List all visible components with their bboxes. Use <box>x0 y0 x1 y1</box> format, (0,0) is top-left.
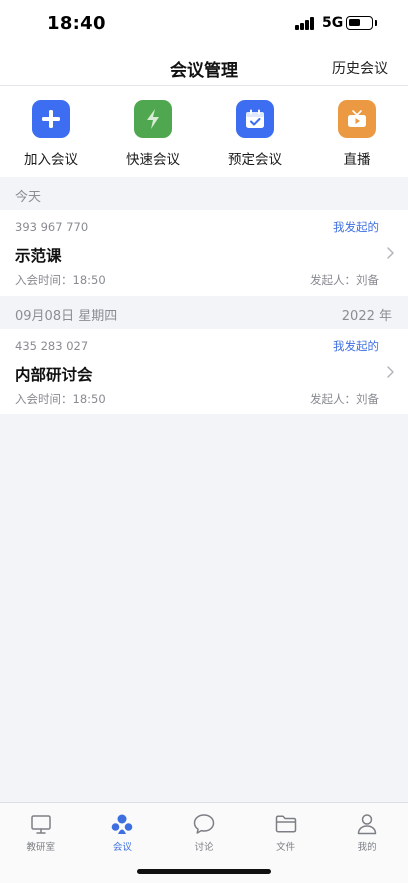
signal-icon <box>295 17 315 30</box>
meeting-join-time: 入会时间：18:50 <box>15 273 106 287</box>
chat-bubble-icon <box>193 814 215 834</box>
section-date: 今天 <box>15 190 42 205</box>
meeting-tag: 我发起的 <box>333 339 379 353</box>
live-stream-button[interactable]: 直播 <box>306 87 408 177</box>
tab-label: 我的 <box>357 842 377 853</box>
tab-me[interactable]: 我的 <box>326 803 408 863</box>
empty-content-area <box>0 414 408 802</box>
status-time: 18:40 <box>47 13 106 34</box>
network-type: 5G <box>322 15 344 31</box>
plus-icon <box>32 100 70 138</box>
schedule-meeting-label: 预定会议 <box>228 152 282 168</box>
quick-actions: 加入会议 快速会议 预定会议 直播 <box>0 87 408 177</box>
tab-meetings[interactable]: 会议 <box>82 803 164 863</box>
tab-label: 会议 <box>112 842 132 853</box>
nav-bar: 会议管理 历史会议 <box>0 48 408 86</box>
battery-cap <box>375 20 377 26</box>
section-date: 09月08日 星期四 <box>15 309 118 324</box>
battery-icon <box>346 16 373 30</box>
battery-fill <box>349 19 360 26</box>
section-year: 2022 年 <box>341 309 392 324</box>
meeting-title: 内部研讨会 <box>15 366 93 384</box>
user-icon <box>357 814 377 835</box>
section-header-today: 今天 <box>0 177 408 210</box>
meeting-card[interactable]: 435 283 027 我发起的 内部研讨会 入会时间：18:50 发起人：刘备 <box>0 329 408 415</box>
tab-discussion[interactable]: 讨论 <box>163 803 245 863</box>
tab-label: 讨论 <box>194 842 214 853</box>
meeting-host: 发起人：刘备 <box>310 273 379 287</box>
folder-icon <box>275 815 296 833</box>
monitor-icon <box>31 815 51 834</box>
home-indicator <box>137 869 271 874</box>
live-stream-label: 直播 <box>343 152 371 168</box>
meeting-id: 435 283 027 <box>15 339 89 353</box>
schedule-meeting-button[interactable]: 预定会议 <box>204 87 306 177</box>
lightning-icon <box>134 100 172 138</box>
meeting-title: 示范课 <box>15 247 62 265</box>
calendar-check-icon <box>236 100 274 138</box>
tab-label: 教研室 <box>26 842 56 853</box>
join-meeting-button[interactable]: 加入会议 <box>0 87 102 177</box>
quick-meeting-label: 快速会议 <box>126 152 180 168</box>
meeting-join-time: 入会时间：18:50 <box>15 392 106 406</box>
tab-teaching-room[interactable]: 教研室 <box>0 803 82 863</box>
meeting-id: 393 967 770 <box>15 220 89 234</box>
chevron-right-icon <box>387 247 394 259</box>
join-meeting-label: 加入会议 <box>24 152 78 168</box>
meeting-card[interactable]: 393 967 770 我发起的 示范课 入会时间：18:50 发起人：刘备 <box>0 210 408 296</box>
tv-play-icon <box>338 100 376 138</box>
section-header-date: 09月08日 星期四 2022 年 <box>0 296 408 329</box>
meeting-host: 发起人：刘备 <box>310 392 379 406</box>
quick-meeting-button[interactable]: 快速会议 <box>102 87 204 177</box>
chevron-right-icon <box>387 366 394 378</box>
meeting-tag: 我发起的 <box>333 220 379 234</box>
meeting-people-icon <box>112 814 133 834</box>
status-bar: 18:40 5G <box>0 0 408 48</box>
tab-label: 文件 <box>276 842 296 853</box>
tab-files[interactable]: 文件 <box>245 803 327 863</box>
history-meetings-button[interactable]: 历史会议 <box>332 58 388 78</box>
